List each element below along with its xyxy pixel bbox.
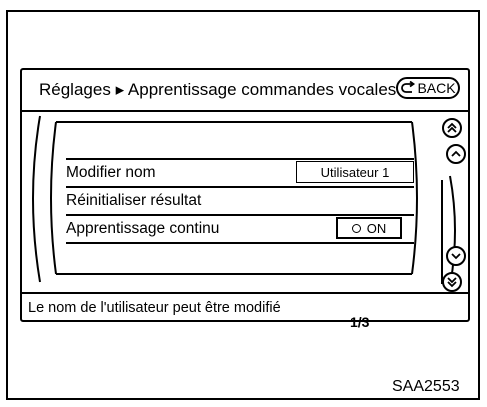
nav-screen: Réglages ▸ Apprentissage commandes vocal… (20, 68, 470, 330)
breadcrumb: Réglages ▸ Apprentissage commandes vocal… (39, 80, 396, 100)
back-label: BACK (417, 80, 456, 96)
status-bar: Le nom de l'utilisateur peut être modifi… (22, 292, 468, 322)
page-down-button[interactable] (442, 272, 462, 292)
toggle-indicator-icon (351, 223, 361, 233)
row-divider (66, 242, 414, 244)
menu-panel: Modifier nom Utilisateur 1 Réinitialiser… (26, 112, 424, 286)
breadcrumb-separator-icon: ▸ (115, 80, 125, 99)
menu-item-modifier-nom[interactable]: Modifier nom Utilisateur 1 (60, 158, 416, 186)
user-name-value: Utilisateur 1 (296, 161, 414, 183)
chevron-up-icon (451, 150, 461, 157)
menu-item-apprentissage-continu[interactable]: Apprentissage continu ON (60, 214, 416, 242)
breadcrumb-current: Apprentissage commandes vocales (127, 80, 397, 99)
chevron-down-icon (451, 253, 461, 260)
line-up-button[interactable] (446, 144, 466, 164)
toggle-label: ON (366, 220, 387, 236)
back-button[interactable]: BACK (396, 77, 460, 99)
page-up-button[interactable] (442, 118, 462, 138)
double-chevron-down-icon (447, 277, 457, 288)
menu-item-reinitialiser[interactable]: Réinitialiser résultat (60, 186, 416, 214)
status-message: Le nom de l'utilisateur peut être modifi… (28, 300, 281, 316)
menu-item-label: Apprentissage continu (66, 220, 220, 237)
breadcrumb-root[interactable]: Réglages (39, 80, 111, 99)
screen-header: Réglages ▸ Apprentissage commandes vocal… (22, 70, 468, 112)
continuous-learning-toggle[interactable]: ON (336, 217, 402, 239)
double-chevron-up-icon (447, 122, 457, 133)
menu-item-label: Modifier nom (66, 164, 156, 181)
figure-code: SAA2553 (392, 378, 460, 395)
menu-item-label: Réinitialiser résultat (66, 192, 202, 209)
line-down-button[interactable] (446, 246, 466, 266)
back-arrow-icon (401, 81, 416, 93)
